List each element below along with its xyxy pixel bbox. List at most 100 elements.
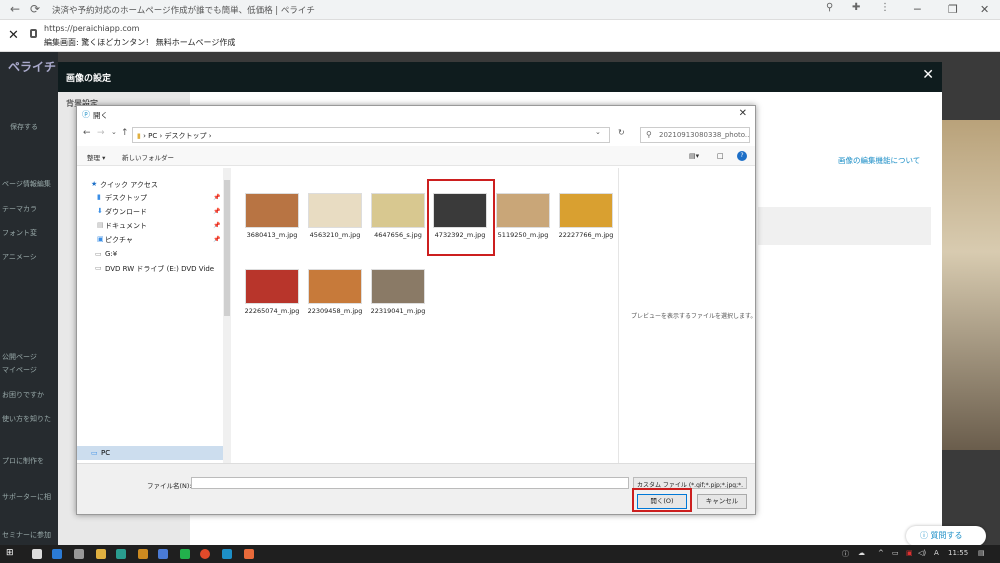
sidebar-item-seminar[interactable]: セミナーに参加	[2, 530, 51, 540]
edge-icon[interactable]	[116, 549, 126, 559]
nav-scrollbar-thumb[interactable]	[224, 180, 230, 316]
breadcrumb[interactable]: ▮ › PC › デスクトップ ›	[132, 127, 610, 143]
view-icon[interactable]: ▤▾	[689, 152, 699, 160]
menu-icon[interactable]: ⋮	[880, 2, 890, 13]
new-folder-button[interactable]: 新しいフォルダー	[122, 152, 174, 162]
dialog-close-icon[interactable]: ✕	[739, 108, 747, 119]
sidebar-item-public-page[interactable]: 公開ページ	[2, 352, 37, 362]
preview-pane-icon[interactable]: □	[717, 152, 724, 160]
file-thumbnail	[371, 193, 425, 228]
volume-icon[interactable]: ◁)	[918, 549, 926, 557]
app-icon[interactable]	[74, 549, 84, 559]
security-icon[interactable]: ▣	[906, 549, 913, 557]
sidebar-item-theme-color[interactable]: テーマカラ	[2, 204, 37, 214]
file-thumbnail	[245, 269, 299, 304]
sidebar-item-help[interactable]: お困りですか	[2, 390, 44, 400]
nav-item-documents[interactable]: ドキュメント	[105, 221, 147, 231]
file-item[interactable]: 22227766_m.jpg	[557, 188, 617, 254]
help-link[interactable]: 画像の編集機能について	[838, 155, 920, 166]
folder-icon[interactable]	[96, 549, 106, 559]
app-icon[interactable]	[52, 549, 62, 559]
reload-icon[interactable]: ⟳	[30, 2, 40, 16]
ask-button[interactable]: ⓘ 質問する	[906, 526, 986, 546]
sidebar-item-save[interactable]: 保存する	[10, 122, 38, 132]
pc-icon: ▭	[91, 449, 98, 457]
ime-indicator[interactable]: A	[934, 549, 939, 557]
pin-icon: 📌	[213, 222, 221, 229]
filename-input[interactable]	[191, 477, 629, 489]
sidebar-item-pro[interactable]: プロに制作を	[2, 456, 44, 466]
app-icon[interactable]	[32, 549, 42, 559]
refresh-icon[interactable]: ↻	[618, 128, 625, 137]
chevron-down-icon[interactable]: ⌄	[111, 128, 117, 136]
search-icon: ⚲	[646, 130, 652, 139]
peraichi-icon[interactable]	[222, 549, 232, 559]
notification-icon[interactable]: ▤	[978, 549, 985, 557]
help-tray-icon[interactable]: ⓘ	[842, 549, 849, 559]
nav-item-dvd[interactable]: DVD RW ドライブ (E:) DVD Vide	[105, 264, 214, 274]
modal-title: 画像の設定	[66, 74, 112, 84]
address-row: ← → ⌄ ↑ ▮ › PC › デスクトップ › ⌄ ↻ ⚲ 20210913…	[77, 124, 755, 146]
nav-quick-access[interactable]: クイック アクセス	[100, 180, 158, 190]
folder-icon: ▮	[137, 132, 141, 140]
battery-icon: ▭	[892, 549, 899, 557]
file-item[interactable]: 4647656_s.jpg	[369, 188, 429, 254]
tab-title: 決済や予約対応のホームページ作成が誰でも簡単、低価格 | ペライチ	[52, 6, 315, 16]
star-icon: ★	[91, 180, 98, 188]
forward-arrow-icon[interactable]: →	[97, 128, 105, 138]
minimize-icon[interactable]: ─	[914, 3, 921, 16]
nav-item-g-drive[interactable]: G:¥	[105, 250, 117, 258]
back-arrow-icon[interactable]: ←	[83, 128, 91, 138]
close-window-icon[interactable]: ✕	[980, 3, 989, 16]
nav-item-desktop[interactable]: デスクトップ	[105, 193, 147, 203]
file-item[interactable]: 22265074_m.jpg	[243, 264, 303, 330]
logo: ペライチ	[8, 60, 57, 74]
windows-start-icon[interactable]: ⊞	[6, 548, 16, 558]
nav-item-downloads[interactable]: ダウンロード	[105, 207, 147, 217]
breadcrumb-desktop[interactable]: デスクトップ	[165, 132, 207, 140]
cancel-button[interactable]: キャンセル	[697, 494, 747, 509]
breadcrumb-pc[interactable]: PC	[148, 132, 157, 140]
file-item[interactable]: 22309458_m.jpg	[306, 264, 366, 330]
dropdown-icon[interactable]: ⌄	[595, 128, 601, 136]
app-icon[interactable]	[138, 549, 148, 559]
close-icon[interactable]: ✕	[8, 28, 19, 43]
app-icon[interactable]	[158, 549, 168, 559]
search-icon[interactable]: ⚲	[826, 2, 833, 13]
nav-item-pc[interactable]: ▭ PC	[77, 446, 223, 460]
navigation-pane: ★ クイック アクセス ▮ デスクトップ 📌 ⬇ ダウンロード 📌 ▤ ドキュメ…	[77, 168, 231, 463]
up-arrow-icon[interactable]: ↑	[121, 128, 129, 138]
sidebar-item-page-info[interactable]: ページ情報編集	[2, 179, 51, 189]
modal-header: 画像の設定 ✕	[58, 62, 942, 92]
browser-tab-bar: ← ⟳ 決済や予約対応のホームページ作成が誰でも簡単、低価格 | ペライチ ⚲ …	[0, 0, 1000, 20]
extension-icon[interactable]: ✚	[852, 2, 860, 13]
page-title: 編集画面: 驚くほどカンタン！ 無料ホームページ作成	[44, 38, 236, 47]
chrome-icon[interactable]	[200, 549, 210, 559]
url-text[interactable]: https://peraichiapp.com	[44, 24, 139, 33]
file-item[interactable]: 4563210_m.jpg	[306, 188, 366, 254]
organize-button[interactable]: 整理 ▾	[87, 152, 105, 162]
sidebar-item-animation[interactable]: アニメーシ	[2, 252, 37, 262]
file-item[interactable]: 22319041_m.jpg	[369, 264, 429, 330]
file-thumbnail	[308, 269, 362, 304]
selection-highlight	[427, 179, 495, 256]
back-icon[interactable]: ←	[10, 2, 20, 16]
modal-close-icon[interactable]: ✕	[922, 67, 934, 83]
app-icon[interactable]	[244, 549, 254, 559]
nav-scrollbar[interactable]	[223, 168, 231, 463]
preview-text: プレビューを表示するファイルを選択します。	[631, 313, 757, 320]
maximize-icon[interactable]: ❐	[948, 3, 958, 16]
sidebar-item-howto[interactable]: 使い方を知りた	[2, 414, 51, 424]
search-input[interactable]: ⚲ 20210913080338_photo...	[640, 127, 750, 143]
weather-icon[interactable]: ☁	[858, 549, 865, 557]
file-item[interactable]: 5119250_m.jpg	[494, 188, 554, 254]
line-icon[interactable]	[180, 549, 190, 559]
help-icon[interactable]: ?	[737, 151, 747, 161]
sidebar-item-font[interactable]: フォント変	[2, 228, 37, 238]
sidebar-item-mypage[interactable]: マイページ	[2, 365, 37, 375]
sidebar-item-supporter[interactable]: サポーターに相	[2, 492, 51, 502]
nav-item-pictures[interactable]: ピクチャ	[105, 235, 133, 245]
app-icon: ⓟ	[82, 110, 90, 119]
chevron-up-icon[interactable]: ^	[878, 549, 884, 557]
file-item[interactable]: 3680413_m.jpg	[243, 188, 303, 254]
